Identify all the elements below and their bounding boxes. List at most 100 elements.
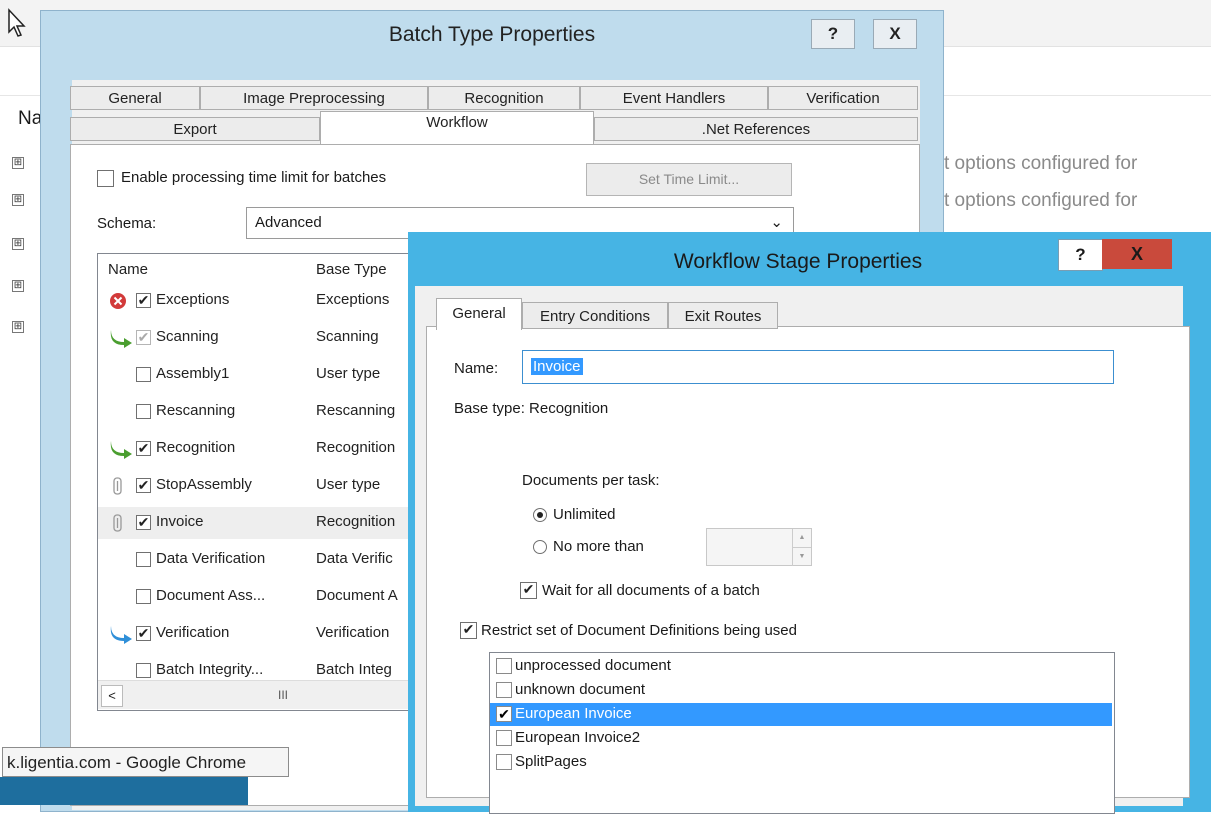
stage-checkbox[interactable] — [136, 367, 151, 382]
stage-checkbox[interactable]: ✔ — [136, 441, 151, 456]
doc-definition-label: SplitPages — [515, 753, 587, 770]
stage-row[interactable]: ✔ Recognition Recognition — [98, 433, 428, 465]
spin-up-button[interactable]: ▲ — [792, 529, 811, 547]
doc-definition-checkbox[interactable] — [496, 754, 512, 770]
stage-checkbox[interactable]: ✔ — [136, 626, 151, 641]
wait-all-docs-checkbox[interactable]: ✔ — [520, 582, 537, 599]
stage-checkbox[interactable]: ✔ — [136, 330, 151, 345]
window-title: Batch Type Properties — [388, 23, 596, 46]
tab-general[interactable]: General — [436, 298, 522, 330]
expand-icon[interactable]: ⊞ — [12, 157, 24, 169]
tab-verification[interactable]: Verification — [768, 86, 918, 110]
stage-name: Scanning — [156, 328, 219, 345]
tab-net-references[interactable]: .Net References — [594, 117, 918, 141]
stage-row[interactable]: Document Ass... Document A — [98, 581, 428, 613]
expand-icon[interactable]: ⊞ — [12, 238, 24, 250]
restrict-doc-defs-checkbox[interactable]: ✔ — [460, 622, 477, 639]
scroll-left-button[interactable]: < — [101, 685, 123, 707]
tab-general[interactable]: General — [70, 86, 200, 110]
stage-checkbox[interactable] — [136, 404, 151, 419]
stage-checkbox[interactable] — [136, 663, 151, 678]
tab-entry-conditions[interactable]: Entry Conditions — [522, 302, 668, 329]
stage-row[interactable]: ✔ Exceptions Exceptions — [98, 285, 428, 317]
docs-per-task-label: Documents per task: — [522, 472, 660, 489]
stage-base-type: Verification — [316, 624, 390, 641]
doc-definition-label: unprocessed document — [515, 657, 671, 674]
doc-definition-checkbox[interactable]: ✔ — [496, 706, 512, 722]
enable-limit-label: Enable processing time limit for batches — [121, 169, 387, 186]
expand-icon[interactable]: ⊞ — [12, 280, 24, 292]
stage-name: StopAssembly — [156, 476, 252, 493]
stage-checkbox[interactable]: ✔ — [136, 293, 151, 308]
taskbar-tooltip: k.ligentia.com - Google Chrome — [2, 747, 289, 777]
max-docs-spinner[interactable]: ▲ ▼ — [706, 528, 812, 566]
close-button[interactable]: X — [1102, 239, 1172, 269]
set-time-limit-button[interactable]: Set Time Limit... — [586, 163, 792, 196]
document-definitions-list[interactable]: unprocessed document unknown document ✔ Eur… — [489, 652, 1115, 814]
error-icon — [108, 291, 130, 311]
stage-base-type: Exceptions — [316, 291, 390, 308]
stage-base-type: Scanning — [316, 328, 379, 345]
scroll-thumb[interactable]: III — [278, 688, 288, 702]
spin-down-button[interactable]: ▼ — [792, 547, 811, 566]
radio-unlimited-label: Unlimited — [553, 506, 616, 523]
stage-name: Verification — [156, 624, 230, 641]
doc-definition-row[interactable]: ✔ European Invoice — [490, 703, 1112, 726]
tab-workflow[interactable]: Workflow — [320, 111, 594, 144]
radio-no-more-than[interactable] — [533, 540, 547, 554]
tab-export[interactable]: Export — [70, 117, 320, 141]
enable-limit-checkbox[interactable] — [97, 170, 114, 187]
stage-name: Document Ass... — [156, 587, 266, 604]
mouse-cursor-icon — [6, 8, 30, 38]
doc-definition-row[interactable]: unprocessed document — [490, 655, 1112, 678]
doc-definition-row[interactable]: unknown document — [490, 679, 1112, 702]
stage-name: Batch Integrity... — [156, 661, 264, 678]
stage-row[interactable]: ✔ StopAssembly User type — [98, 470, 428, 502]
horizontal-scrollbar[interactable]: < III — [98, 680, 428, 709]
stage-row[interactable]: ✔ Scanning Scanning — [98, 322, 428, 354]
stage-row[interactable]: Assembly1 User type — [98, 359, 428, 391]
pause-icon — [108, 476, 130, 496]
tab-exit-routes[interactable]: Exit Routes — [668, 302, 778, 329]
help-button[interactable]: ? — [811, 19, 855, 49]
expand-icon[interactable]: ⊞ — [12, 321, 24, 333]
doc-definition-label: European Invoice — [515, 705, 632, 722]
stage-checkbox[interactable] — [136, 552, 151, 567]
stage-row[interactable]: ✔ Verification Verification — [98, 618, 428, 650]
doc-definition-checkbox[interactable] — [496, 658, 512, 674]
expand-icon[interactable]: ⊞ — [12, 194, 24, 206]
stage-row[interactable]: Rescanning Rescanning — [98, 396, 428, 428]
radio-no-more-than-label: No more than — [553, 538, 644, 555]
stage-base-type: Data Verific — [316, 550, 393, 567]
stage-base-type: Document A — [316, 587, 398, 604]
stage-row[interactable]: Data Verification Data Verific — [98, 544, 428, 576]
schema-value: Advanced — [255, 214, 322, 231]
help-button[interactable]: ? — [1058, 239, 1103, 271]
tab-image-preprocessing[interactable]: Image Preprocessing — [200, 86, 428, 110]
doc-definition-row[interactable]: European Invoice2 — [490, 727, 1112, 750]
doc-definition-label: European Invoice2 — [515, 729, 641, 746]
background-row-text: t options configured for — [944, 153, 1138, 174]
doc-definition-checkbox[interactable] — [496, 682, 512, 698]
doc-definition-checkbox[interactable] — [496, 730, 512, 746]
stage-checkbox[interactable]: ✔ — [136, 478, 151, 493]
stage-row[interactable]: ✔ Invoice Recognition — [98, 507, 428, 539]
schema-label: Schema: — [97, 215, 157, 232]
stage-base-type: Recognition — [316, 513, 396, 530]
column-header-name[interactable]: Name — [108, 261, 148, 278]
name-label: Name: — [454, 360, 499, 377]
doc-definition-label: unknown document — [515, 681, 646, 698]
column-header-base-type[interactable]: Base Type — [316, 261, 387, 278]
stage-checkbox[interactable]: ✔ — [136, 515, 151, 530]
stage-name: Rescanning — [156, 402, 236, 419]
tab-recognition[interactable]: Recognition — [428, 86, 580, 110]
radio-unlimited[interactable] — [533, 508, 547, 522]
arrow-icon — [108, 439, 132, 459]
arrow-blue-icon — [108, 624, 132, 644]
tab-event-handlers[interactable]: Event Handlers — [580, 86, 768, 110]
stages-list[interactable]: Name Base Type ✔ Exceptions Exceptions ✔ Sca… — [97, 253, 429, 711]
name-input[interactable]: Invoice — [522, 350, 1114, 384]
doc-definition-row[interactable]: SplitPages — [490, 751, 1112, 774]
close-button[interactable]: X — [873, 19, 917, 49]
stage-checkbox[interactable] — [136, 589, 151, 604]
